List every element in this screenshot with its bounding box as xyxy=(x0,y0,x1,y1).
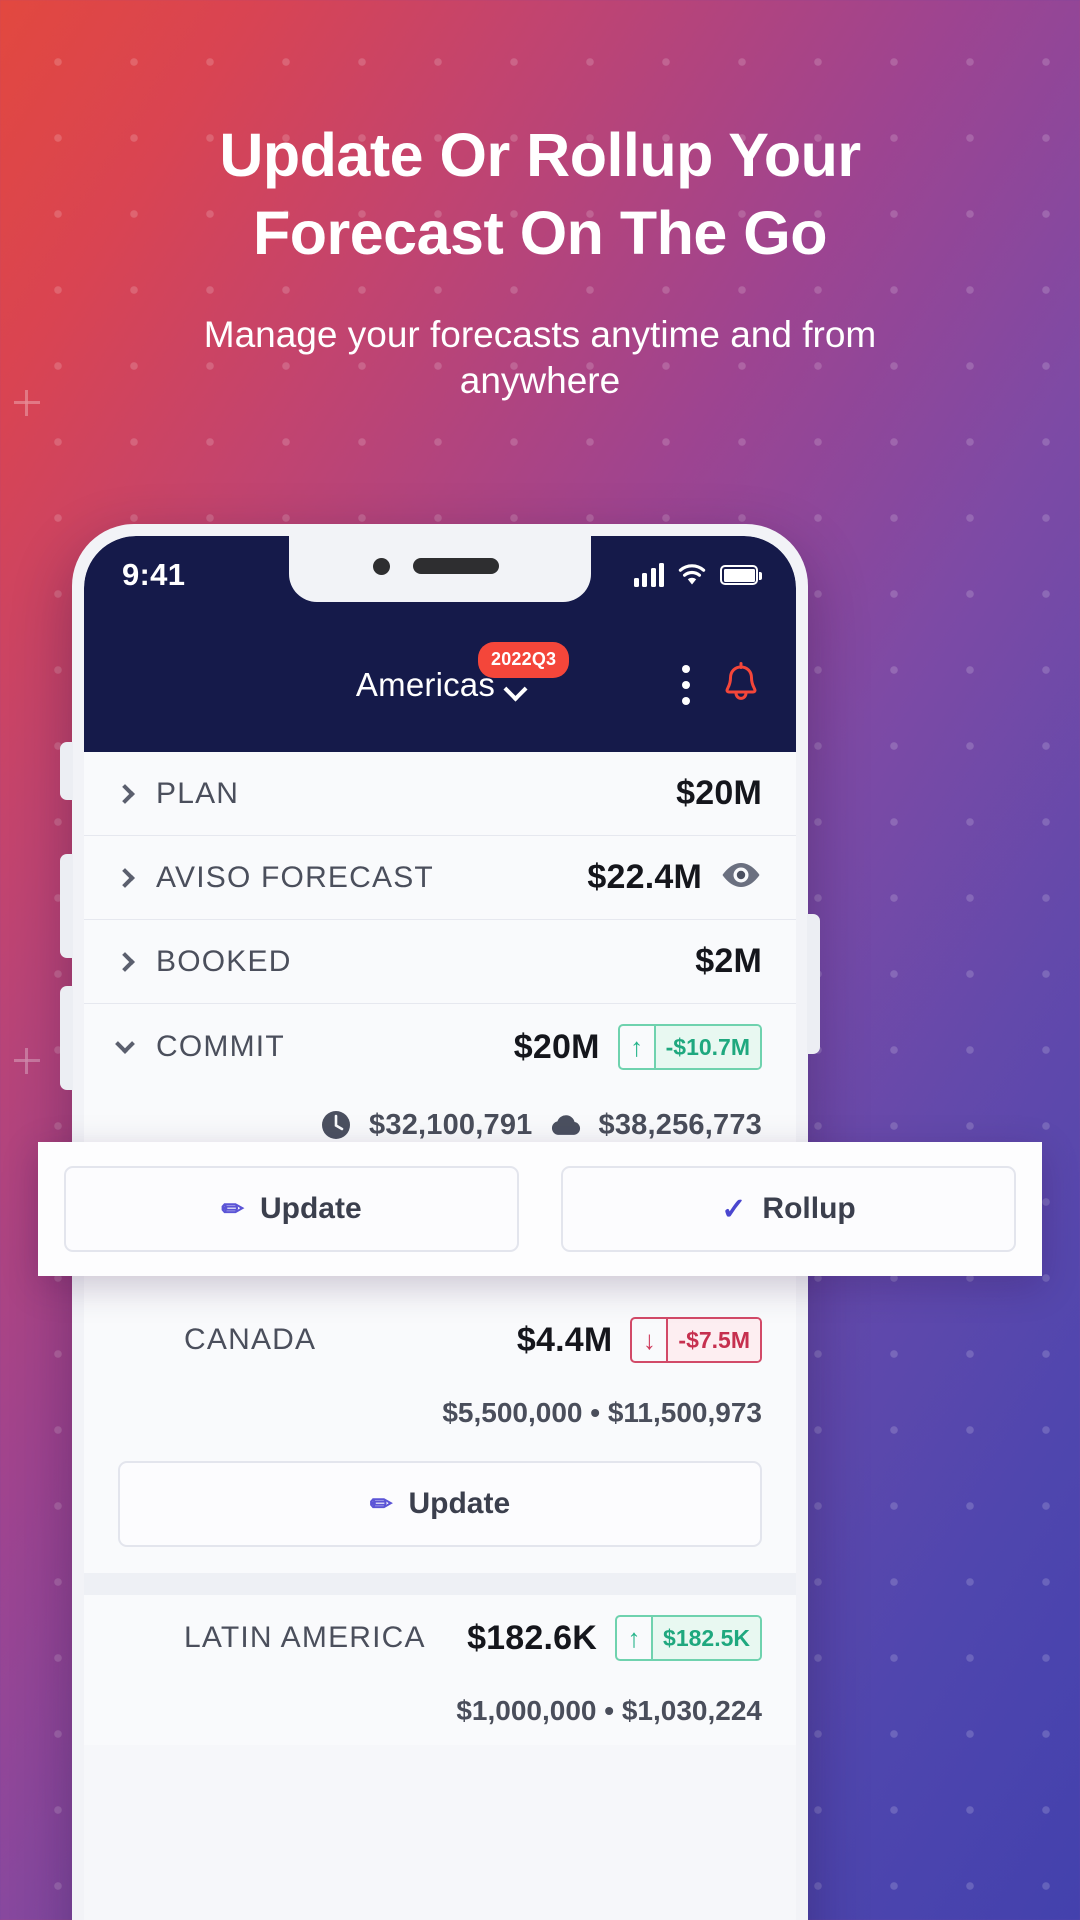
notification-bell-icon[interactable] xyxy=(720,662,762,708)
arrow-up-icon: ↑ xyxy=(620,1026,656,1068)
table-row[interactable]: LATIN AMERICA $182.6K ↑ $182.5K xyxy=(84,1595,796,1681)
delta-value: -$10.7M xyxy=(655,1026,760,1068)
row-value: $182.6K xyxy=(467,1618,598,1657)
background-plus-mark xyxy=(14,1048,40,1074)
quarter-badge: 2022Q3 xyxy=(478,642,570,678)
app-navbar: 9:41 Americas 2022Q3 xyxy=(84,536,796,752)
row-label: LATIN AMERICA xyxy=(184,1621,426,1654)
page-subtitle: Manage your forecasts anytime and from a… xyxy=(203,314,877,401)
table-row[interactable]: COMMIT $20M ↑ -$10.7M xyxy=(84,1004,796,1090)
delta-badge: ↓ -$7.5M xyxy=(630,1317,762,1363)
latin-america-meta: $1,000,000 • $1,030,224 xyxy=(84,1681,796,1745)
row-label: CANADA xyxy=(184,1323,317,1356)
phone-volume-up-button[interactable] xyxy=(60,854,73,958)
arrow-down-icon: ↓ xyxy=(632,1319,669,1361)
hero-section: Update Or Rollup Your Forecast On The Go… xyxy=(0,116,1080,404)
commit-clock-value: $32,100,791 xyxy=(369,1108,533,1141)
status-time: 9:41 xyxy=(122,557,186,592)
chevron-right-icon[interactable] xyxy=(115,951,135,972)
eye-icon[interactable] xyxy=(720,861,762,894)
update-button[interactable]: ✏ Update xyxy=(118,1461,762,1547)
check-icon: ✓ xyxy=(721,1192,747,1226)
table-row[interactable]: PLAN $20M xyxy=(84,752,796,836)
chevron-down-icon xyxy=(503,677,528,702)
update-button[interactable]: ✏ Update xyxy=(64,1166,519,1252)
region-name: Americas xyxy=(355,666,496,703)
row-label: COMMIT xyxy=(156,1030,285,1063)
canada-action-row: ✏ Update xyxy=(84,1447,796,1573)
list-divider xyxy=(84,1573,796,1595)
status-icons xyxy=(633,563,762,587)
row-label: BOOKED xyxy=(156,944,292,978)
table-row[interactable]: AVISO FORECAST $22.4M xyxy=(84,836,796,920)
rollup-button-label: Rollup xyxy=(762,1192,856,1225)
delta-value: $182.5K xyxy=(653,1617,760,1659)
battery-icon xyxy=(720,565,762,585)
canada-meta: $5,500,000 • $11,500,973 xyxy=(84,1383,796,1447)
phone-volume-down-button[interactable] xyxy=(60,986,73,1090)
navbar-title-row: Americas 2022Q3 xyxy=(84,618,796,752)
arrow-up-icon: ↑ xyxy=(617,1617,654,1659)
chevron-right-icon[interactable] xyxy=(115,867,135,888)
navbar-actions xyxy=(682,662,762,708)
status-bar: 9:41 xyxy=(84,536,796,614)
delta-value: -$7.5M xyxy=(668,1319,760,1361)
delta-badge: ↑ $182.5K xyxy=(615,1615,762,1661)
table-row[interactable]: CANADA $4.4M ↓ -$7.5M xyxy=(84,1297,796,1383)
row-label: AVISO FORECAST xyxy=(156,860,434,894)
pencil-icon: ✏ xyxy=(221,1193,244,1224)
table-row[interactable]: BOOKED $2M xyxy=(84,920,796,1004)
kebab-menu-icon[interactable] xyxy=(682,665,690,705)
delta-badge: ↑ -$10.7M xyxy=(617,1024,762,1070)
row-value: $20M xyxy=(513,1027,600,1066)
update-button-label: Update xyxy=(408,1487,511,1520)
chevron-right-icon[interactable] xyxy=(115,783,135,804)
cloud-icon xyxy=(549,1108,583,1142)
row-value: $4.4M xyxy=(516,1320,613,1359)
row-value: $2M xyxy=(695,942,762,980)
pencil-icon: ✏ xyxy=(369,1488,393,1519)
row-value: $20M xyxy=(676,774,762,812)
cellular-signal-icon xyxy=(633,563,664,587)
phone-silent-switch[interactable] xyxy=(60,742,73,800)
clock-icon xyxy=(319,1108,353,1142)
phone-power-button[interactable] xyxy=(807,914,820,1054)
commit-cloud-value: $38,256,773 xyxy=(598,1108,762,1141)
chevron-down-icon[interactable] xyxy=(115,1034,135,1054)
row-label: PLAN xyxy=(156,776,240,810)
page-title: Update Or Rollup Your Forecast On The Go xyxy=(219,121,861,267)
update-button-label: Update xyxy=(259,1192,362,1225)
highlighted-action-card: ✏ Update ✓ Rollup xyxy=(38,1142,1042,1276)
wifi-icon xyxy=(678,564,706,585)
row-value: $22.4M xyxy=(587,858,702,896)
rollup-button[interactable]: ✓ Rollup xyxy=(561,1166,1016,1252)
